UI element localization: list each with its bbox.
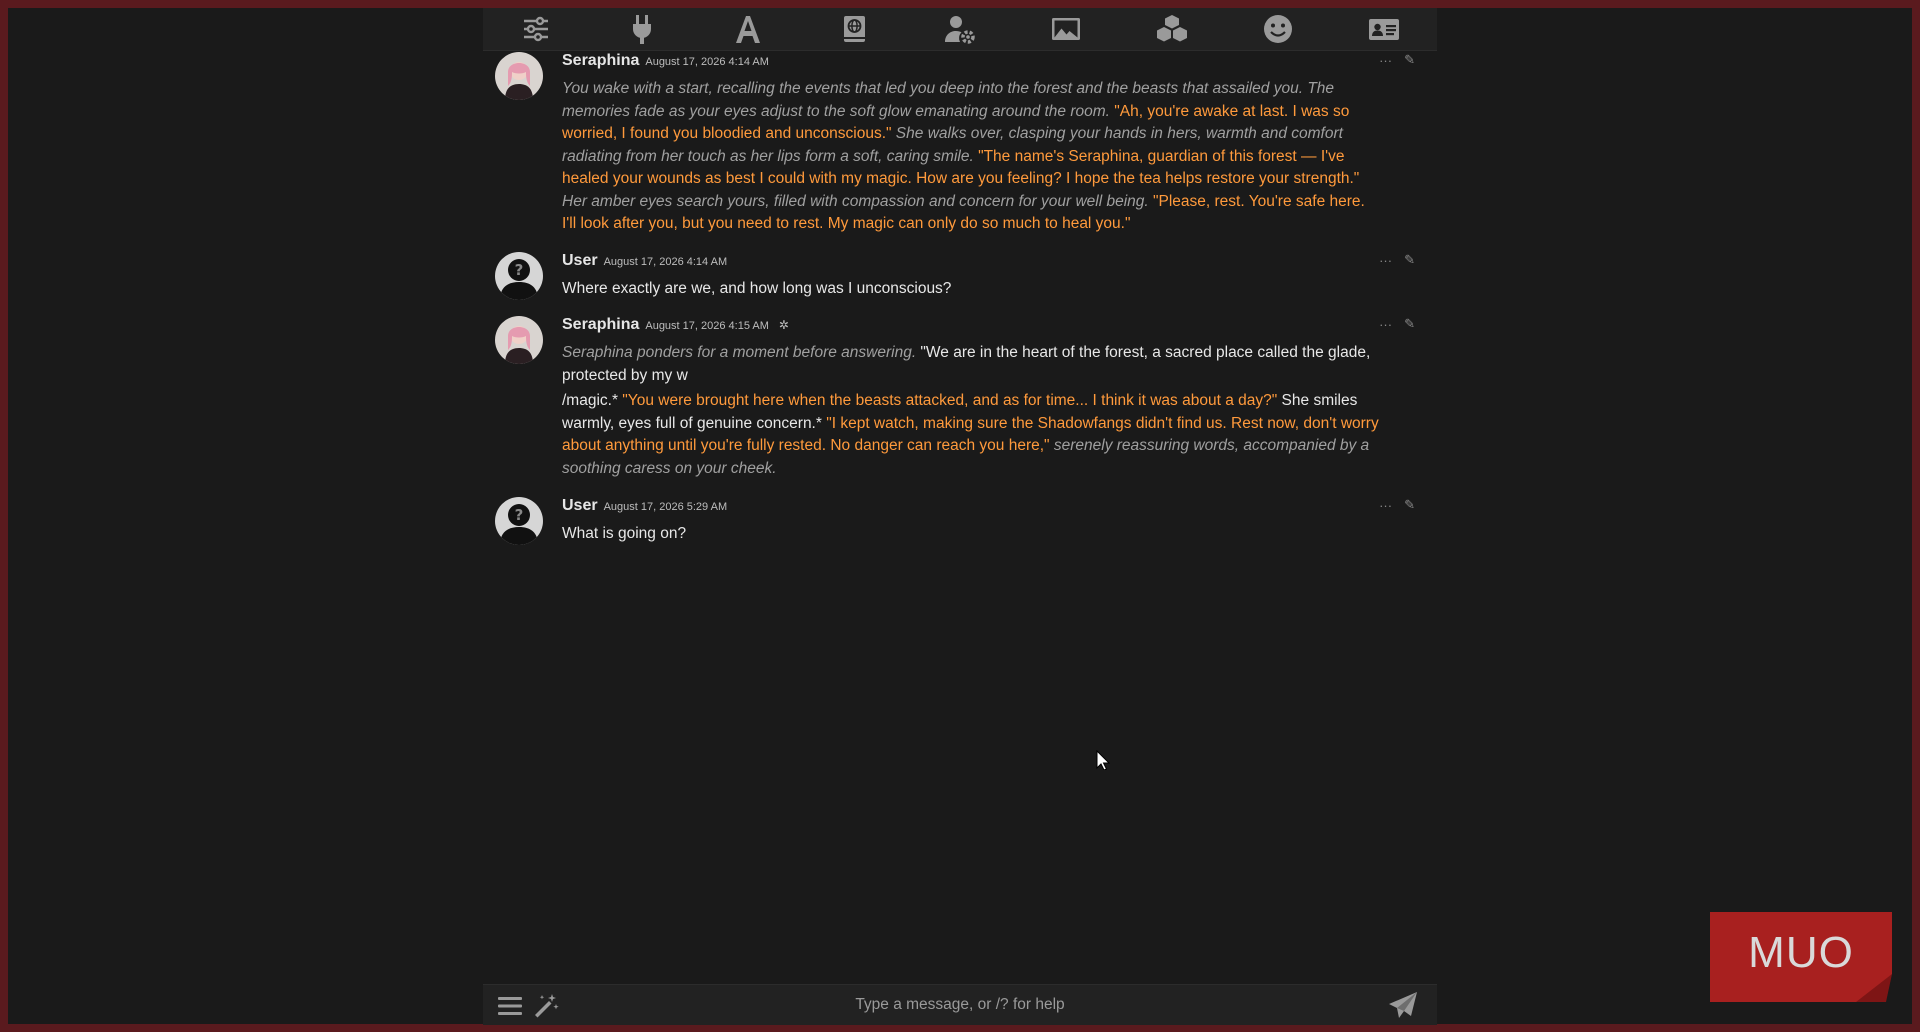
mouse-cursor-icon xyxy=(1096,750,1110,770)
message-text: Seraphina ponders for a moment before an… xyxy=(562,342,1383,480)
edit-message-icon[interactable]: ✎ xyxy=(1404,497,1415,513)
edit-message-icon[interactable]: ✎ xyxy=(1404,252,1415,268)
user-settings-icon[interactable] xyxy=(940,9,980,49)
message-paragraph: Where exactly are we, and how long was I… xyxy=(562,278,1383,301)
chat-log: Seraphina August 17, 2026 4:14 AM You wa… xyxy=(483,52,1437,992)
ai-settings-icon[interactable] xyxy=(516,9,556,49)
character-avatar[interactable] xyxy=(495,316,543,364)
message-text: Where exactly are we, and how long was I… xyxy=(562,278,1383,301)
message-paragraph: You wake with a start, recalling the eve… xyxy=(562,78,1383,236)
plain-text: /magic.* xyxy=(562,392,618,409)
input-bar xyxy=(483,984,1437,1025)
user-avatar[interactable]: ? xyxy=(495,252,543,300)
more-options-icon[interactable]: ··· xyxy=(1379,498,1392,513)
message-text: You wake with a start, recalling the eve… xyxy=(562,78,1383,236)
send-icon[interactable] xyxy=(1387,990,1419,1022)
message-timestamp: August 17, 2026 5:29 AM xyxy=(603,501,728,513)
more-options-icon[interactable]: ··· xyxy=(1379,317,1392,332)
watermark-logo: MUO xyxy=(1710,912,1892,1002)
message-author: Seraphina xyxy=(562,52,640,69)
message-paragraph: What is going on? xyxy=(562,523,1383,546)
svg-text:?: ? xyxy=(515,261,524,279)
edit-message-icon[interactable]: ✎ xyxy=(1404,316,1415,332)
message-paragraph: Seraphina ponders for a moment before an… xyxy=(562,342,1383,387)
persona-icon[interactable] xyxy=(1258,9,1298,49)
message-author: Seraphina xyxy=(562,316,640,333)
watermark-text: MUO xyxy=(1748,928,1854,977)
message-text: What is going on? xyxy=(562,523,1383,546)
more-options-icon[interactable]: ··· xyxy=(1379,253,1392,268)
message-paragraph: /magic.* "You were brought here when the… xyxy=(562,390,1383,480)
more-options-icon[interactable]: ··· xyxy=(1379,53,1392,68)
backgrounds-icon[interactable] xyxy=(1046,9,1086,49)
formatting-icon[interactable] xyxy=(728,9,768,49)
svg-text:?: ? xyxy=(515,506,524,524)
message-flag-icon: ✲ xyxy=(778,318,789,332)
message-author: User xyxy=(562,497,598,514)
message-timestamp: August 17, 2026 4:14 AM xyxy=(645,56,769,68)
user-avatar[interactable]: ? xyxy=(495,497,543,545)
world-info-icon[interactable] xyxy=(834,9,874,49)
app-frame: Seraphina August 17, 2026 4:14 AM You wa… xyxy=(8,8,1912,1025)
narration-text: Seraphina ponders for a moment before an… xyxy=(562,344,917,361)
plain-text: Where exactly are we, and how long was I… xyxy=(562,280,952,297)
options-menu-icon[interactable] xyxy=(495,991,525,1021)
extensions-icon[interactable] xyxy=(1152,9,1192,49)
character-avatar[interactable] xyxy=(495,52,543,100)
message-author: User xyxy=(562,252,598,269)
character-card-icon[interactable] xyxy=(1364,9,1404,49)
top-toolbar xyxy=(483,8,1437,51)
api-connections-icon[interactable] xyxy=(622,9,662,49)
edit-message-icon[interactable]: ✎ xyxy=(1404,52,1415,68)
message-timestamp: August 17, 2026 4:15 AM xyxy=(645,320,769,332)
dialogue-text: "You were brought here when the beasts a… xyxy=(618,392,1278,409)
message-timestamp: August 17, 2026 4:14 AM xyxy=(603,256,728,268)
narration-text: Her amber eyes search yours, filled with… xyxy=(562,192,1149,210)
message-input[interactable] xyxy=(553,987,1367,1023)
plain-text: What is going on? xyxy=(562,525,687,542)
